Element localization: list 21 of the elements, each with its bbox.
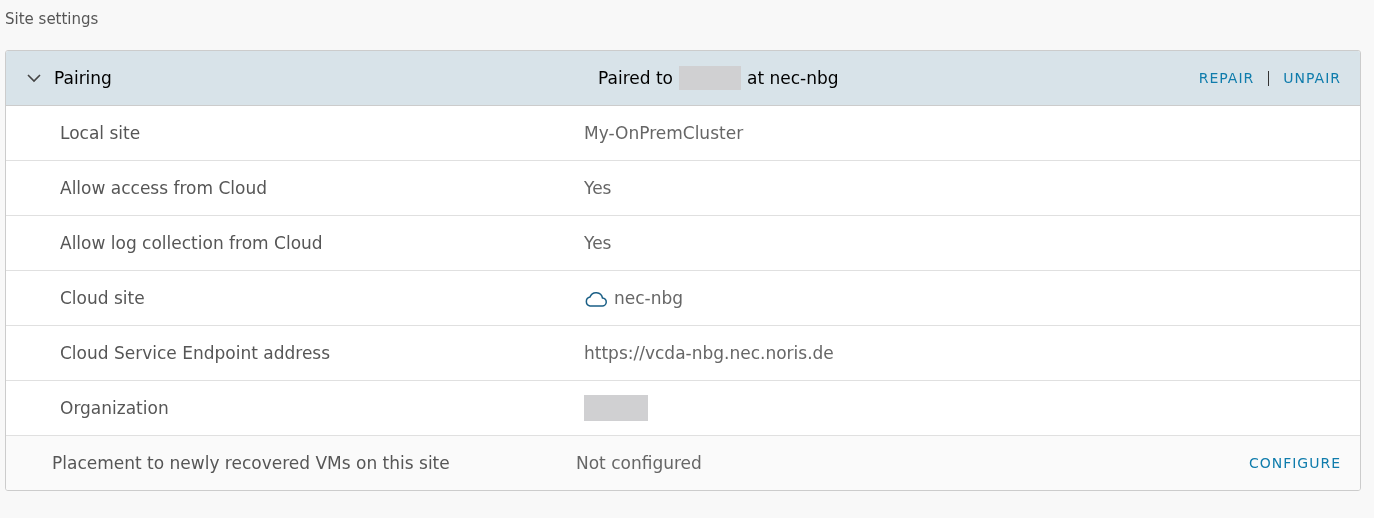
setting-label: Allow log collection from Cloud: [60, 233, 324, 253]
redacted-block: [584, 395, 648, 421]
status-text: at nec-nbg: [746, 68, 839, 88]
setting-label: Cloud site: [60, 288, 146, 308]
setting-value: https://vcda-nbg.nec.noris.de: [584, 343, 835, 363]
setting-label: Allow access from Cloud: [60, 178, 268, 198]
setting-label: Organization: [60, 398, 170, 418]
setting-value: My-OnPremCluster: [584, 123, 745, 143]
setting-value: Yes: [584, 233, 613, 253]
setting-label: Cloud Service Endpoint address: [60, 343, 332, 363]
setting-value: Not configured: [576, 453, 703, 473]
setting-value: nec-nbg: [614, 288, 684, 308]
setting-label: Local site: [60, 123, 142, 143]
status-text: Paired to: [598, 68, 673, 88]
setting-value: Yes: [584, 178, 613, 198]
action-link[interactable]: UNPAIR: [1283, 70, 1341, 86]
setting-label: Placement to newly recovered VMs on this site: [52, 453, 451, 473]
configure-link[interactable]: CONFIGURE: [1248, 455, 1341, 471]
pairing-title: Pairing: [54, 68, 112, 88]
section-title: Site settings: [5, 9, 100, 30]
action-link[interactable]: REPAIR: [1198, 70, 1255, 86]
